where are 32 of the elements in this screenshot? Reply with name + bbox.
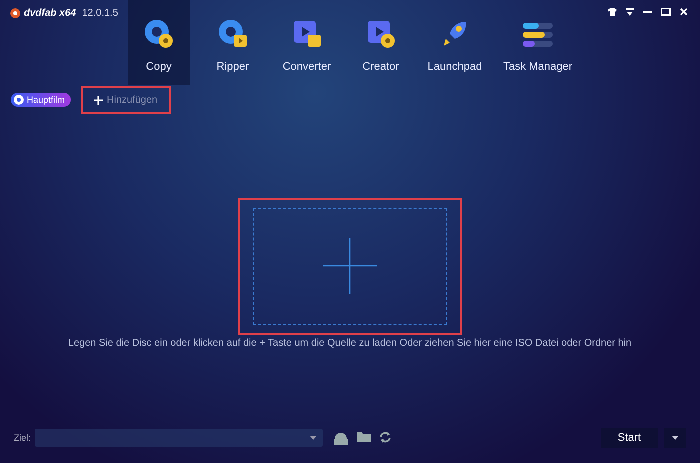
caret-icon: [672, 436, 678, 440]
target-field[interactable]: [35, 429, 324, 447]
start-button[interactable]: Start: [601, 428, 658, 448]
dropdown-menu-icon[interactable]: [626, 8, 634, 16]
module-tab[interactable]: Creator: [350, 0, 412, 85]
progress-bars-icon: [522, 21, 554, 49]
start-options-button[interactable]: [664, 428, 686, 448]
disc-icon: [144, 19, 174, 49]
main-movie-button[interactable]: Hauptfilm: [11, 93, 72, 107]
drop-hint: Legen Sie die Disc ein oder klicken auf die + Taste um die Quelle zu laden Oder ziehen Sie hier eine ISO Datei oder Ordner hin: [68, 338, 632, 348]
app-logo: dvdfab x64: [10, 8, 76, 19]
module-tab[interactable]: Converter: [276, 0, 338, 85]
plus-icon: [323, 238, 377, 294]
film-icon: [292, 19, 322, 49]
module-tab[interactable]: Ripper: [202, 0, 264, 85]
folder-icon[interactable]: [357, 431, 372, 442]
version-label: 12.0.1.5: [82, 8, 118, 19]
target-label: Ziel:: [14, 433, 32, 443]
drop-zone[interactable]: [238, 198, 462, 334]
module-tab[interactable]: Launchpad: [424, 0, 486, 85]
module-tab[interactable]: Task Manager: [498, 0, 578, 85]
film-disc-icon: [366, 19, 396, 49]
refresh-icon[interactable]: [379, 431, 392, 444]
caret-icon[interactable]: [310, 436, 318, 440]
disc-film-icon: [218, 19, 248, 49]
shirt-icon[interactable]: [608, 8, 617, 16]
maximize-icon[interactable]: [661, 8, 671, 16]
plus-icon: [94, 96, 104, 104]
add-button[interactable]: Hinzufügen: [81, 86, 171, 114]
module-tab[interactable]: Copy: [128, 0, 190, 85]
close-icon[interactable]: [680, 8, 688, 16]
disc-icon: [14, 95, 24, 105]
